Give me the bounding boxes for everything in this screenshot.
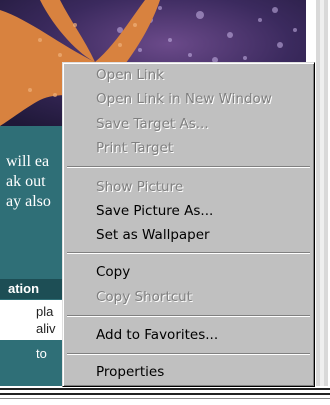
menu-separator	[67, 315, 310, 317]
menu-separator	[67, 353, 310, 355]
menu-item-open-link[interactable]: Open Link	[63, 64, 314, 86]
menu-item-print-target[interactable]: Print Target	[63, 137, 314, 159]
body-line: ak out	[6, 173, 46, 190]
body-text: will ea ak out ay also	[6, 152, 66, 212]
table-row: to	[0, 342, 66, 366]
menu-separator	[67, 166, 310, 168]
menu-item-save-target-as[interactable]: Save Target As...	[63, 113, 314, 135]
table-cell: to	[36, 346, 47, 361]
menu-item-open-link-new-window[interactable]: Open Link in New Window	[63, 88, 314, 110]
table-cell: aliv	[36, 321, 56, 336]
menu-item-copy-shortcut[interactable]: Copy Shortcut	[63, 286, 314, 308]
menu-item-add-to-favorites[interactable]: Add to Favorites...	[63, 324, 314, 346]
table-cell: pla	[36, 304, 54, 319]
table-header: ation	[0, 279, 66, 299]
body-line: will ea	[6, 153, 50, 170]
menu-item-show-picture[interactable]: Show Picture	[63, 176, 314, 198]
context-menu: Open Link Open Link in New Window Save T…	[62, 62, 315, 387]
page-divider	[0, 386, 330, 405]
table-row: pla aliv	[0, 300, 66, 340]
menu-item-save-picture-as[interactable]: Save Picture As...	[63, 200, 314, 222]
menu-item-properties[interactable]: Properties	[63, 361, 314, 383]
body-line: ay also	[6, 193, 51, 210]
menu-separator	[67, 252, 310, 254]
menu-item-set-as-wallpaper[interactable]: Set as Wallpaper	[63, 224, 314, 246]
menu-item-copy[interactable]: Copy	[63, 261, 314, 283]
